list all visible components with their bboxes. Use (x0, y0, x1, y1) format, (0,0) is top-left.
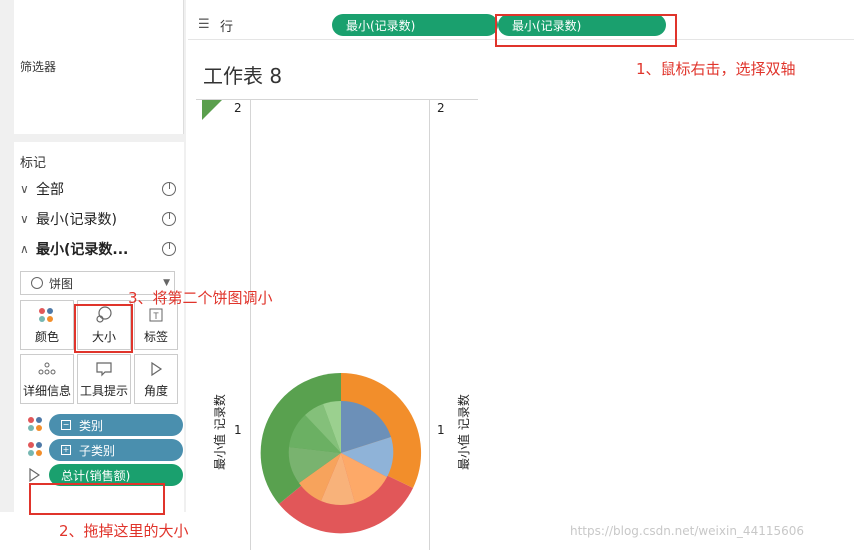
pie-corner-fragment (202, 100, 222, 120)
grid-line (196, 99, 478, 100)
angle-card[interactable]: 角度 (134, 354, 178, 404)
filters-pane[interactable]: 筛选器 (14, 0, 184, 134)
pill-label: 最小(记录数) (346, 18, 416, 33)
card-label: 颜色 (34, 330, 59, 344)
worksheet-title: 工作表 8 (203, 64, 283, 88)
detail-card[interactable]: 详细信息 (20, 354, 74, 404)
annotation-box-rows-pill (495, 14, 677, 47)
marks-title: 标记 (20, 156, 47, 171)
left-panel: 筛选器 标记 ∨ 全部 ∨ 最小(记录数) ∧ 最小(记录数... 饼图 ▼ 颜… (0, 0, 186, 512)
rows-pill-min-records-1[interactable]: 最小(记录数) (332, 14, 498, 36)
dual-pie-chart[interactable] (255, 367, 427, 539)
marks-row-all[interactable]: ∨ 全部 (20, 176, 182, 202)
tableau-window: 筛选器 标记 ∨ 全部 ∨ 最小(记录数) ∧ 最小(记录数... 饼图 ▼ 颜… (0, 0, 854, 550)
annotation-box-empty-size (29, 483, 165, 515)
watermark: https://blog.csdn.net/weixin_44115606 (570, 524, 805, 538)
annotation-step-3: 3、将第二个饼图调小 (128, 289, 273, 307)
axis-line-left (250, 99, 251, 550)
card-label: 角度 (143, 384, 168, 398)
axis-tick: 1 (234, 423, 242, 437)
axis-title-right: 最小值 记录数 (457, 394, 471, 470)
axis-tick: 1 (437, 423, 445, 437)
annotation-step-2: 2、拖掉这里的大小 (59, 522, 189, 540)
marks-row-label: 全部 (36, 182, 64, 198)
marks-row-min-records-1[interactable]: ∨ 最小(记录数) (20, 206, 182, 232)
filters-title: 筛选器 (20, 60, 57, 74)
field-pill-category[interactable]: − 类别 (49, 414, 183, 436)
pie-icon (162, 242, 176, 256)
color-card[interactable]: 颜色 (20, 300, 74, 350)
angle-icon (149, 355, 163, 382)
axis-title-left: 最小值 记录数 (213, 394, 227, 470)
pie-icon (162, 182, 176, 196)
card-label: 工具提示 (79, 384, 128, 398)
marks-row-label: 最小(记录数) (36, 212, 117, 228)
field-pill-subcategory[interactable]: + 子类别 (49, 439, 183, 461)
card-label: 详细信息 (22, 384, 71, 398)
rows-shelf-label: 行 (220, 20, 234, 35)
color-field-icon (28, 442, 44, 456)
marks-row-min-records-2[interactable]: ∧ 最小(记录数... (20, 236, 182, 262)
collapse-icon: − (61, 420, 71, 430)
chevron-down-icon: ∨ (20, 212, 29, 226)
angle-field-icon (28, 467, 44, 483)
mark-type-label: 饼图 (49, 276, 74, 291)
pie-icon (162, 212, 176, 226)
color-field-icon (28, 417, 44, 431)
color-dots-icon (38, 301, 56, 328)
annotation-box-size-card (74, 304, 133, 353)
pill-label: 总计(销售额) (61, 468, 131, 483)
svg-text:T: T (153, 311, 159, 321)
pill-label: 子类别 (79, 443, 116, 458)
chevron-down-icon: ∨ (20, 182, 29, 196)
marks-row-label: 最小(记录数... (36, 242, 129, 258)
pie-icon (31, 277, 43, 289)
axis-tick: 2 (437, 101, 445, 115)
chevron-up-icon: ∧ (20, 242, 29, 256)
expand-icon: + (61, 445, 71, 455)
tooltip-card[interactable]: 工具提示 (77, 354, 131, 404)
annotation-step-1: 1、鼠标右击，选择双轴 (636, 60, 796, 78)
pill-label: 类别 (79, 418, 104, 433)
rows-icon: ☰ (198, 17, 210, 32)
axis-line-right (429, 99, 430, 550)
tooltip-icon (95, 355, 113, 382)
detail-dots-icon (38, 355, 56, 382)
card-label: 标签 (143, 330, 168, 344)
axis-tick: 2 (234, 101, 242, 115)
inner-pie[interactable] (288, 400, 394, 505)
